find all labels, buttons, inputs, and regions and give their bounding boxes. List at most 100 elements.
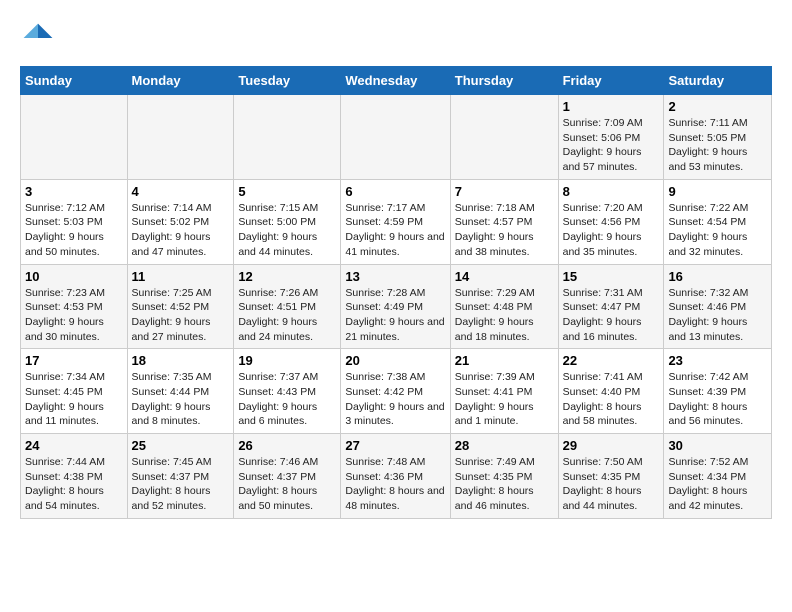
day-number: 8	[563, 184, 660, 199]
day-info: Sunrise: 7:22 AM Sunset: 4:54 PM Dayligh…	[668, 201, 767, 260]
calendar-cell: 5Sunrise: 7:15 AM Sunset: 5:00 PM Daylig…	[234, 179, 341, 264]
calendar-cell: 16 Sunrise: 7:32 AM Sunset: 4:46 PM Dayli…	[664, 264, 772, 349]
calendar-cell: 7 Sunrise: 7:18 AM Sunset: 4:57 PM Daylig…	[450, 179, 558, 264]
day-number: 16	[668, 269, 767, 284]
day-info: Sunrise: 7:18 AM Sunset: 4:57 PM Dayligh…	[455, 201, 554, 260]
day-info: Sunrise: 7:37 AM Sunset: 4:43 PM Dayligh…	[238, 370, 336, 429]
header-row: SundayMondayTuesdayWednesdayThursdayFrid…	[21, 67, 772, 95]
calendar-cell: 8 Sunrise: 7:20 AM Sunset: 4:56 PM Daylig…	[558, 179, 664, 264]
day-info: Sunrise: 7:42 AM Sunset: 4:39 PM Dayligh…	[668, 370, 767, 429]
day-info: Sunrise: 7:50 AM Sunset: 4:35 PM Dayligh…	[563, 455, 660, 514]
day-number: 2	[668, 99, 767, 114]
calendar-cell: 22 Sunrise: 7:41 AM Sunset: 4:40 PM Dayli…	[558, 349, 664, 434]
day-number: 27	[345, 438, 445, 453]
day-number: 29	[563, 438, 660, 453]
calendar-cell	[450, 95, 558, 180]
day-info: Sunrise: 7:35 AM Sunset: 4:44 PM Dayligh…	[132, 370, 230, 429]
day-info: Sunrise: 7:25 AM Sunset: 4:52 PM Dayligh…	[132, 286, 230, 345]
day-info: Sunrise: 7:32 AM Sunset: 4:46 PM Dayligh…	[668, 286, 767, 345]
day-header-tuesday: Tuesday	[234, 67, 341, 95]
calendar-cell: 13 Sunrise: 7:28 AM Sunset: 4:49 PM Dayli…	[341, 264, 450, 349]
calendar-cell: 15 Sunrise: 7:31 AM Sunset: 4:47 PM Dayli…	[558, 264, 664, 349]
calendar-cell: 25 Sunrise: 7:45 AM Sunset: 4:37 PM Dayli…	[127, 434, 234, 519]
calendar-cell	[234, 95, 341, 180]
calendar-cell: 4Sunrise: 7:14 AM Sunset: 5:02 PM Daylig…	[127, 179, 234, 264]
day-number: 9	[668, 184, 767, 199]
day-number: 20	[345, 353, 445, 368]
day-number: 21	[455, 353, 554, 368]
day-number: 17	[25, 353, 123, 368]
calendar-cell: 27 Sunrise: 7:48 AM Sunset: 4:36 PM Dayli…	[341, 434, 450, 519]
page-header	[20, 20, 772, 56]
calendar-cell: 10 Sunrise: 7:23 AM Sunset: 4:53 PM Dayli…	[21, 264, 128, 349]
calendar-cell: 9 Sunrise: 7:22 AM Sunset: 4:54 PM Daylig…	[664, 179, 772, 264]
day-header-friday: Friday	[558, 67, 664, 95]
calendar-cell: 19 Sunrise: 7:37 AM Sunset: 4:43 PM Dayli…	[234, 349, 341, 434]
day-number: 25	[132, 438, 230, 453]
day-header-sunday: Sunday	[21, 67, 128, 95]
day-number: 15	[563, 269, 660, 284]
day-number: 6	[345, 184, 445, 199]
day-info: Sunrise: 7:11 AM Sunset: 5:05 PM Dayligh…	[668, 116, 767, 175]
day-info: Sunrise: 7:45 AM Sunset: 4:37 PM Dayligh…	[132, 455, 230, 514]
day-number: 13	[345, 269, 445, 284]
day-info: Sunrise: 7:34 AM Sunset: 4:45 PM Dayligh…	[25, 370, 123, 429]
calendar-cell: 24 Sunrise: 7:44 AM Sunset: 4:38 PM Dayli…	[21, 434, 128, 519]
logo	[20, 20, 60, 56]
day-info: Sunrise: 7:26 AM Sunset: 4:51 PM Dayligh…	[238, 286, 336, 345]
calendar-cell: 14 Sunrise: 7:29 AM Sunset: 4:48 PM Dayli…	[450, 264, 558, 349]
logo-icon	[20, 20, 56, 56]
day-info: Sunrise: 7:52 AM Sunset: 4:34 PM Dayligh…	[668, 455, 767, 514]
day-number: 11	[132, 269, 230, 284]
day-info: Sunrise: 7:20 AM Sunset: 4:56 PM Dayligh…	[563, 201, 660, 260]
week-row-3: 10 Sunrise: 7:23 AM Sunset: 4:53 PM Dayli…	[21, 264, 772, 349]
day-number: 5	[238, 184, 336, 199]
day-number: 18	[132, 353, 230, 368]
day-info: Sunrise: 7:31 AM Sunset: 4:47 PM Dayligh…	[563, 286, 660, 345]
day-number: 10	[25, 269, 123, 284]
day-info: Sunrise: 7:09 AM Sunset: 5:06 PM Dayligh…	[563, 116, 660, 175]
calendar-cell: 3Sunrise: 7:12 AM Sunset: 5:03 PM Daylig…	[21, 179, 128, 264]
day-number: 12	[238, 269, 336, 284]
day-info: Sunrise: 7:44 AM Sunset: 4:38 PM Dayligh…	[25, 455, 123, 514]
calendar-cell: 11 Sunrise: 7:25 AM Sunset: 4:52 PM Dayli…	[127, 264, 234, 349]
calendar-cell: 21 Sunrise: 7:39 AM Sunset: 4:41 PM Dayli…	[450, 349, 558, 434]
calendar-cell	[341, 95, 450, 180]
calendar-cell: 23 Sunrise: 7:42 AM Sunset: 4:39 PM Dayli…	[664, 349, 772, 434]
calendar-cell: 2 Sunrise: 7:11 AM Sunset: 5:05 PM Daylig…	[664, 95, 772, 180]
calendar-cell	[21, 95, 128, 180]
day-info: Sunrise: 7:38 AM Sunset: 4:42 PM Dayligh…	[345, 370, 445, 429]
week-row-4: 17 Sunrise: 7:34 AM Sunset: 4:45 PM Dayli…	[21, 349, 772, 434]
week-row-2: 3Sunrise: 7:12 AM Sunset: 5:03 PM Daylig…	[21, 179, 772, 264]
day-info: Sunrise: 7:46 AM Sunset: 4:37 PM Dayligh…	[238, 455, 336, 514]
calendar-cell: 17 Sunrise: 7:34 AM Sunset: 4:45 PM Dayli…	[21, 349, 128, 434]
day-number: 3	[25, 184, 123, 199]
calendar-cell: 28 Sunrise: 7:49 AM Sunset: 4:35 PM Dayli…	[450, 434, 558, 519]
calendar-cell: 30 Sunrise: 7:52 AM Sunset: 4:34 PM Dayli…	[664, 434, 772, 519]
day-number: 14	[455, 269, 554, 284]
day-info: Sunrise: 7:28 AM Sunset: 4:49 PM Dayligh…	[345, 286, 445, 345]
day-info: Sunrise: 7:23 AM Sunset: 4:53 PM Dayligh…	[25, 286, 123, 345]
day-info: Sunrise: 7:49 AM Sunset: 4:35 PM Dayligh…	[455, 455, 554, 514]
calendar-cell: 20 Sunrise: 7:38 AM Sunset: 4:42 PM Dayli…	[341, 349, 450, 434]
calendar-cell: 1Sunrise: 7:09 AM Sunset: 5:06 PM Daylig…	[558, 95, 664, 180]
day-info: Sunrise: 7:39 AM Sunset: 4:41 PM Dayligh…	[455, 370, 554, 429]
calendar-cell: 29 Sunrise: 7:50 AM Sunset: 4:35 PM Dayli…	[558, 434, 664, 519]
day-info: Sunrise: 7:48 AM Sunset: 4:36 PM Dayligh…	[345, 455, 445, 514]
day-number: 4	[132, 184, 230, 199]
day-header-saturday: Saturday	[664, 67, 772, 95]
day-number: 24	[25, 438, 123, 453]
day-info: Sunrise: 7:41 AM Sunset: 4:40 PM Dayligh…	[563, 370, 660, 429]
day-number: 22	[563, 353, 660, 368]
day-number: 30	[668, 438, 767, 453]
day-number: 26	[238, 438, 336, 453]
week-row-5: 24 Sunrise: 7:44 AM Sunset: 4:38 PM Dayli…	[21, 434, 772, 519]
day-number: 7	[455, 184, 554, 199]
week-row-1: 1Sunrise: 7:09 AM Sunset: 5:06 PM Daylig…	[21, 95, 772, 180]
day-info: Sunrise: 7:29 AM Sunset: 4:48 PM Dayligh…	[455, 286, 554, 345]
calendar-cell: 6Sunrise: 7:17 AM Sunset: 4:59 PM Daylig…	[341, 179, 450, 264]
day-number: 23	[668, 353, 767, 368]
day-number: 19	[238, 353, 336, 368]
day-number: 28	[455, 438, 554, 453]
day-header-wednesday: Wednesday	[341, 67, 450, 95]
